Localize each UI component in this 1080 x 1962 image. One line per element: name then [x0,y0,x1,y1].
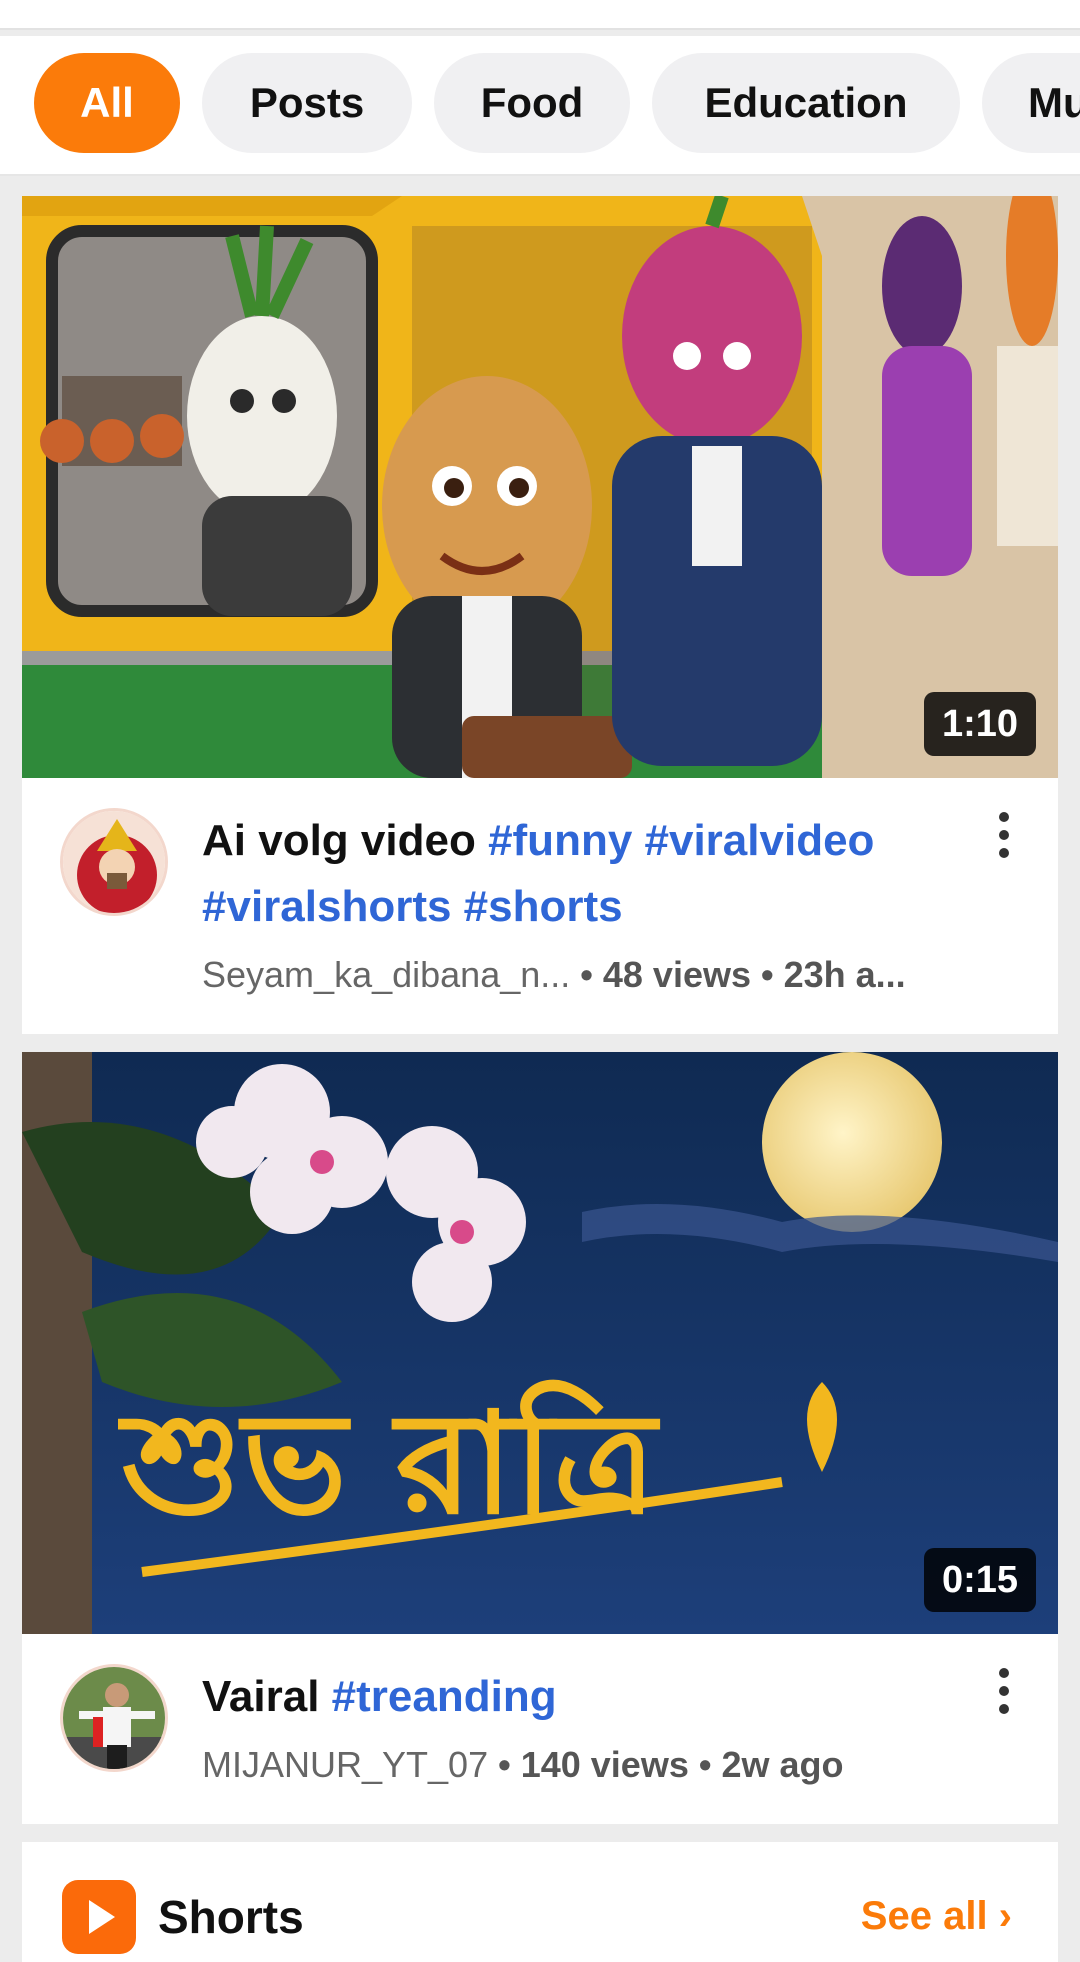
overlay-text: শুভ রাত্রি [117,1379,660,1546]
channel-name[interactable]: Seyam_ka_dibana_n... [202,954,570,995]
avatar-image-icon [63,1667,165,1769]
video-duration: 0:15 [923,1548,1036,1612]
title-text: Vairal [202,1672,320,1721]
chip-education[interactable]: Education [652,53,960,153]
chip-all[interactable]: All [34,53,180,153]
video-thumbnail[interactable]: শুভ রাত্রি 0:15 [22,1052,1058,1634]
see-all-link[interactable]: See all › [861,1894,1012,1939]
video-duration: 1:10 [923,692,1036,756]
video-title[interactable]: Ai volg video #funny #viralvideo #virals… [202,808,982,940]
video-card[interactable]: শুভ রাত্রি 0:15 Vairal #treanding MIJANU… [22,1052,1058,1824]
hashtag-link[interactable]: #viralshorts #shorts [202,882,623,931]
video-stats: • 48 views • 23h a... [570,954,906,995]
more-options-icon[interactable] [994,812,1014,858]
top-status-strip [0,0,1080,30]
moonlit-flowers-image: শুভ রাত্রি [22,1052,1058,1634]
vegetable-characters-auto-rickshaw-image [22,196,1058,778]
video-meta: MIJANUR_YT_07 • 140 views • 2w ago [202,1744,1022,1786]
chip-food[interactable]: Food [434,53,630,153]
video-meta: Seyam_ka_dibana_n... • 48 views • 23h a.… [202,954,1022,996]
video-card[interactable]: 1:10 Ai volg video #funny #viralvideo #v… [22,196,1058,1034]
avatar-image-icon [63,811,165,913]
channel-avatar[interactable] [60,1664,168,1772]
video-title[interactable]: Vairal #treanding [202,1664,982,1730]
video-thumbnail[interactable]: 1:10 [22,196,1058,778]
shorts-section-header: Shorts See all › [22,1842,1058,1962]
channel-avatar[interactable] [60,808,168,916]
shorts-title: Shorts [158,1891,304,1943]
hashtag-link[interactable]: #treanding [332,1672,557,1721]
shorts-play-icon [62,1880,136,1954]
title-text: Ai volg video [202,816,476,865]
category-chip-bar[interactable]: All Posts Food Education Mu [0,36,1080,176]
video-stats: • 140 views • 2w ago [488,1744,844,1785]
hashtag-link[interactable]: #funny #viralvideo [488,816,874,865]
more-options-icon[interactable] [994,1668,1014,1714]
chip-posts[interactable]: Posts [202,53,412,153]
channel-name[interactable]: MIJANUR_YT_07 [202,1744,488,1785]
chip-music[interactable]: Mu [982,53,1080,153]
